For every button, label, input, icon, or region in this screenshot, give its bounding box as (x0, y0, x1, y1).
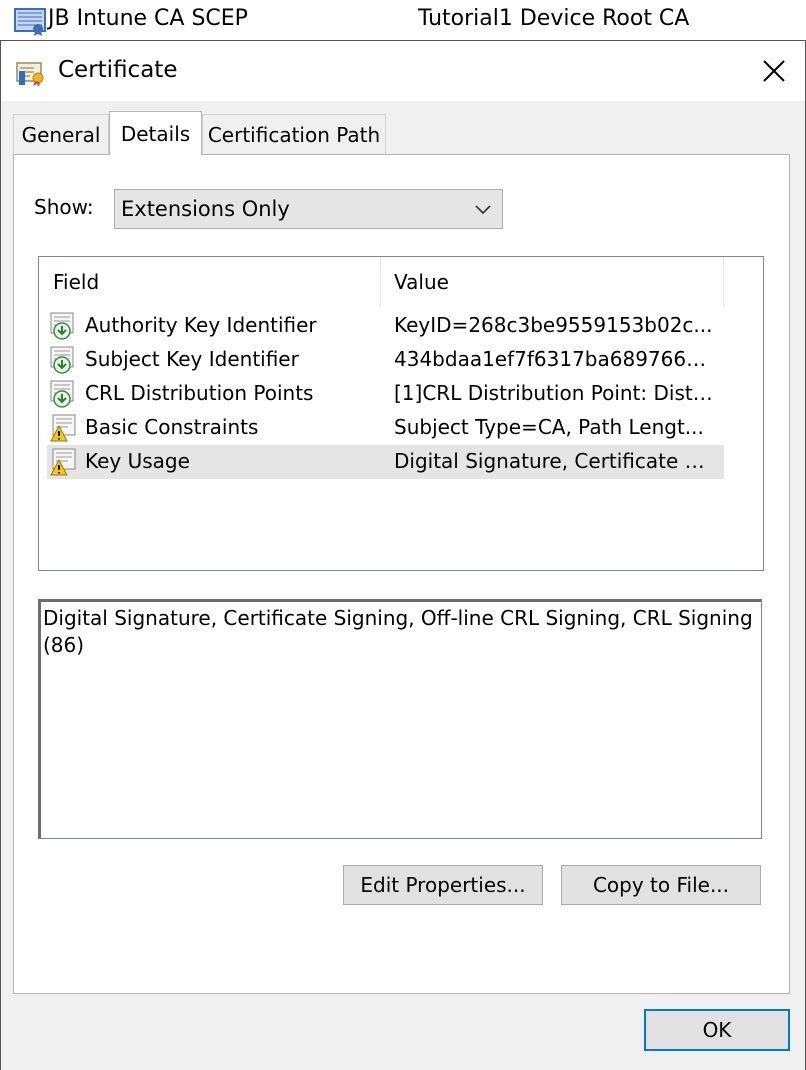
row-value: Digital Signature, Certificate Si... (394, 449, 716, 473)
list-item[interactable]: Basic Constraints Subject Type=CA, Path … (47, 411, 724, 445)
background-certificate-row[interactable]: JB Intune CA SCEP Tutorial1 Device Root … (0, 0, 806, 40)
detail-line: Digital Signature, Certificate Signing, … (43, 606, 753, 630)
row-value: KeyID=268c3be9559153b02c... (394, 313, 713, 337)
tab-certification-path[interactable]: Certification Path (202, 114, 386, 154)
column-header-field[interactable]: Field (41, 257, 381, 307)
critical-extension-icon (50, 448, 76, 476)
edit-properties-button[interactable]: Edit Properties... (343, 865, 543, 905)
close-icon (763, 60, 785, 82)
certificate-icon (16, 62, 44, 87)
title-bar[interactable]: Certificate (1, 41, 805, 101)
extension-icon (50, 380, 74, 408)
tab-details[interactable]: Details (109, 111, 202, 155)
tab-general-label: General (21, 122, 101, 147)
chevron-down-icon (475, 205, 491, 215)
show-label: Show: (34, 195, 94, 219)
list-item-selected[interactable]: Key Usage Digital Signature, Certificate… (47, 445, 724, 479)
certificate-dialog: Certificate General Details Certificatio… (0, 40, 806, 1070)
close-button[interactable] (743, 41, 805, 101)
list-header: Field Value (39, 257, 763, 307)
certificate-name: JB Intune CA SCEP (48, 6, 248, 31)
field-detail-text[interactable]: Digital Signature, Certificate Signing, … (38, 599, 762, 839)
list-item[interactable]: Subject Key Identifier 434bdaa1ef7f6317b… (47, 343, 724, 377)
certificate-icon (14, 8, 46, 36)
row-value: 434bdaa1ef7f6317ba689766e... (394, 347, 716, 371)
row-field: Key Usage (85, 449, 190, 473)
row-field: Authority Key Identifier (85, 313, 317, 337)
row-value: [1]CRL Distribution Point: Distr... (394, 381, 716, 405)
ok-button[interactable]: OK (644, 1009, 790, 1051)
row-field: Subject Key Identifier (85, 347, 299, 371)
row-field: CRL Distribution Points (85, 381, 314, 405)
tab-certification-path-label: Certification Path (207, 122, 381, 147)
list-item[interactable]: CRL Distribution Points [1]CRL Distribut… (47, 377, 724, 411)
show-dropdown-value: Extensions Only (121, 197, 290, 221)
row-field: Basic Constraints (85, 415, 259, 439)
tab-details-label: Details (120, 121, 191, 146)
details-panel: Show: Extensions Only Field Value Author (13, 154, 790, 994)
extension-icon (50, 312, 74, 340)
fields-list[interactable]: Field Value Authority Key Identifier Key… (38, 256, 764, 571)
column-header-value[interactable]: Value (382, 257, 724, 307)
copy-to-file-button[interactable]: Copy to File... (561, 865, 761, 905)
show-dropdown[interactable]: Extensions Only (114, 189, 503, 229)
critical-extension-icon (50, 414, 76, 442)
extension-icon (50, 346, 74, 374)
row-value: Subject Type=CA, Path Lengt... (394, 415, 704, 439)
tab-general[interactable]: General (13, 114, 109, 154)
list-item[interactable]: Authority Key Identifier KeyID=268c3be95… (47, 309, 724, 343)
dialog-title: Certificate (58, 57, 178, 83)
certificate-issuer: Tutorial1 Device Root CA (418, 6, 690, 31)
detail-line: (86) (43, 633, 85, 657)
